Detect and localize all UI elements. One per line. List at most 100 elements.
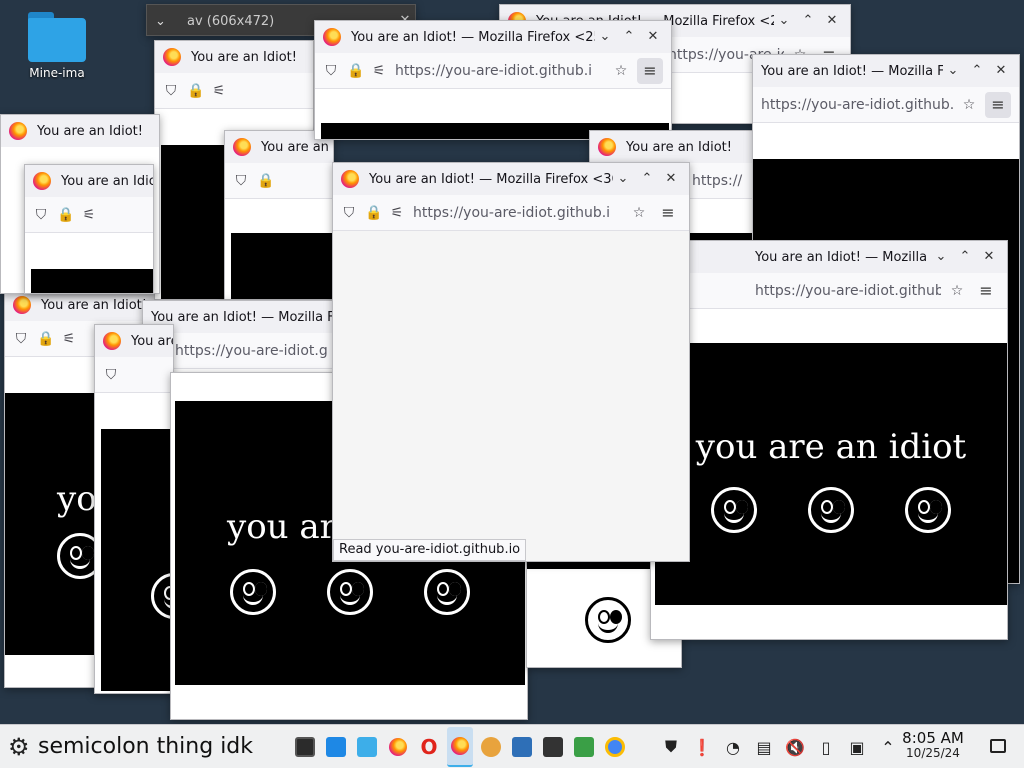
- smiley-icon: [710, 487, 757, 533]
- start-label: semicolon thing idk: [38, 734, 254, 759]
- store-icon[interactable]: [323, 727, 349, 767]
- battery-icon[interactable]: ▯: [815, 738, 837, 757]
- maximize-icon[interactable]: ⌃: [955, 247, 975, 267]
- browser-icon[interactable]: [478, 727, 504, 767]
- lock-icon: 🔒: [57, 206, 75, 223]
- firefox-icon: [233, 138, 251, 156]
- firefox-window-c[interactable]: You are an Idiot! ⛉ 🔒 ⚟: [24, 164, 154, 294]
- window-title: You are an Idiot! — Mozilla Firefox <36>: [369, 171, 613, 187]
- hamburger-menu-icon[interactable]: ≡: [985, 91, 1011, 118]
- url-field[interactable]: https://you-are-idiot.github.i: [395, 63, 605, 79]
- shield-icon[interactable]: ⛉: [103, 367, 119, 383]
- firefox-icon[interactable]: [447, 726, 473, 767]
- shield-icon[interactable]: ⛉: [341, 205, 357, 221]
- shield-icon[interactable]: ⛊: [660, 737, 682, 757]
- shield-icon[interactable]: ⛉: [323, 63, 339, 79]
- star-icon[interactable]: ☆: [613, 63, 629, 79]
- firefox-icon: [163, 48, 181, 66]
- clock[interactable]: 8:05 AM 10/25/24: [894, 731, 972, 761]
- shield-icon[interactable]: ⛉: [233, 173, 249, 189]
- chrome-icon[interactable]: [602, 727, 628, 767]
- close-icon[interactable]: ✕: [643, 27, 663, 47]
- smiley-icon: [807, 487, 854, 533]
- wps-writer-icon[interactable]: [509, 727, 535, 767]
- hamburger-menu-icon[interactable]: ≡: [637, 57, 663, 84]
- taskbar: ⚙ semicolon thing idk O ⛊ ❗ ◔ ▤ 🔇 ▯ ▣ ⌃ …: [0, 724, 1024, 768]
- smiley-icon: [326, 569, 373, 615]
- clock-time: 8:05 AM: [902, 729, 964, 747]
- maximize-icon[interactable]: ⌃: [619, 27, 639, 47]
- system-tray: ⛊ ❗ ◔ ▤ 🔇 ▯ ▣ ⌃: [660, 725, 899, 768]
- maximize-icon[interactable]: ⌃: [967, 61, 987, 81]
- permissions-icon[interactable]: ⚟: [371, 63, 387, 79]
- notification-icon[interactable]: ❗: [691, 738, 713, 757]
- firefox-window-35[interactable]: You are an Idiot! — Mozilla Firefox <35>…: [650, 240, 1008, 640]
- window-title: You are an Idiot! — Mozilla Firefox <35>: [755, 249, 931, 265]
- terminal-icon[interactable]: [292, 727, 318, 767]
- clock-date: 10/25/24: [906, 746, 960, 760]
- smiley-icon: [905, 487, 952, 533]
- permissions-icon[interactable]: ⚟: [81, 207, 97, 223]
- star-icon[interactable]: ☆: [631, 205, 647, 221]
- desktop-folder[interactable]: Mine-ima: [14, 10, 100, 80]
- hamburger-menu-icon[interactable]: ≡: [973, 278, 999, 304]
- close-icon[interactable]: ✕: [661, 169, 681, 189]
- close-icon[interactable]: ✕: [979, 247, 999, 267]
- file-manager-icon[interactable]: [354, 727, 380, 767]
- star-icon[interactable]: ☆: [949, 283, 965, 299]
- close-icon[interactable]: ✕: [822, 11, 842, 31]
- chevron-down-icon[interactable]: ⌄: [613, 169, 633, 189]
- close-icon[interactable]: ✕: [991, 61, 1011, 81]
- maximize-icon[interactable]: ⌃: [798, 11, 818, 31]
- url-field[interactable]: https://you-are-idiot.github.i: [755, 283, 941, 299]
- chevron-down-icon[interactable]: ⌄: [155, 14, 177, 29]
- status-tooltip: Read you-are-idiot.github.io: [333, 539, 527, 561]
- spreadsheet-icon[interactable]: [571, 727, 597, 767]
- firefox-icon: [33, 172, 51, 190]
- gear-icon: ⚙: [8, 732, 30, 761]
- firefox-icon: [598, 138, 616, 156]
- window-title: You are an Idiot!: [61, 173, 153, 189]
- firefox-window-d[interactable]: You are an Idiot! ⛉ 🔒: [224, 130, 334, 300]
- firefox-window-g[interactable]: You are an Idiot! ⛉: [94, 324, 174, 694]
- firefox-window-36[interactable]: You are an Idiot! — Mozilla Firefox <36>…: [332, 162, 690, 562]
- lock-icon: 🔒: [347, 62, 365, 79]
- task-manager: O: [292, 726, 628, 767]
- desktop-folder-label: Mine-ima: [29, 66, 85, 80]
- start-menu-button[interactable]: ⚙ semicolon thing idk: [0, 733, 292, 761]
- desktop: Mine-ima ⌄ av (606x472) ✕ You are an Idi…: [0, 0, 1024, 724]
- opera-icon[interactable]: O: [416, 727, 442, 767]
- window-title: You are an Idiot! — Mozilla Firefox <25>: [351, 29, 595, 45]
- network-icon[interactable]: ▣: [846, 738, 868, 757]
- url-field[interactable]: https://you-are-idiot.github.i: [175, 343, 327, 359]
- shield-icon[interactable]: ⛉: [163, 83, 179, 99]
- update-icon[interactable]: ◔: [722, 738, 744, 757]
- firefox-window-25[interactable]: You are an Idiot! — Mozilla Firefox <25>…: [314, 20, 672, 140]
- show-desktop-icon[interactable]: [990, 739, 1006, 753]
- clipboard-icon[interactable]: ▤: [753, 738, 775, 757]
- window-title: You are an Idiot! — Mozilla Firefox <27>: [761, 63, 943, 79]
- chevron-down-icon[interactable]: ⌄: [774, 11, 794, 31]
- url-field[interactable]: https://you-are-idiot.github.i: [761, 97, 953, 113]
- smiley-icon: [585, 597, 631, 643]
- chevron-down-icon[interactable]: ⌄: [931, 247, 951, 267]
- firefox-icon[interactable]: [385, 727, 411, 767]
- permissions-icon[interactable]: ⚟: [389, 205, 405, 221]
- console-icon[interactable]: [540, 727, 566, 767]
- url-field[interactable]: https://you-are-idiot.github.i: [413, 205, 623, 221]
- permissions-icon[interactable]: ⚟: [211, 83, 227, 99]
- window-title: You are an Idiot!: [131, 333, 173, 349]
- firefox-icon: [323, 28, 341, 46]
- page-text: you are an idiot: [695, 427, 967, 467]
- hamburger-menu-icon[interactable]: ≡: [655, 200, 681, 226]
- lock-icon: 🔒: [37, 330, 55, 347]
- star-icon[interactable]: ☆: [961, 97, 977, 113]
- permissions-icon[interactable]: ⚟: [61, 331, 77, 347]
- shield-icon[interactable]: ⛉: [33, 207, 49, 223]
- maximize-icon[interactable]: ⌃: [637, 169, 657, 189]
- firefox-icon: [341, 170, 359, 188]
- chevron-down-icon[interactable]: ⌄: [943, 61, 963, 81]
- volume-muted-icon[interactable]: 🔇: [784, 738, 806, 757]
- chevron-down-icon[interactable]: ⌄: [595, 27, 615, 47]
- shield-icon[interactable]: ⛉: [13, 331, 29, 347]
